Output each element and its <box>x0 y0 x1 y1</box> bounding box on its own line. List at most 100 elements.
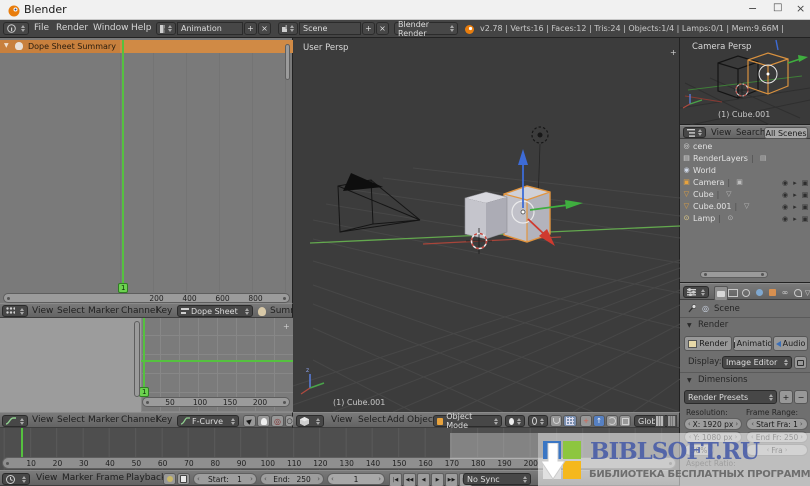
resolution-y-stepper[interactable]: ‹Y: 1080 px› <box>684 431 742 443</box>
renderability-toggle[interactable]: ▣ <box>800 179 810 187</box>
dope-mode-select[interactable]: Dope Sheet <box>177 305 253 317</box>
start-frame-field[interactable]: ‹ Start: 1 › <box>193 473 257 485</box>
display-select[interactable]: Image Editor <box>722 356 792 369</box>
outliner-item-lamp[interactable]: ⊙ Lamp | ⊙ ◉▸▣ <box>680 212 810 224</box>
visibility-toggle[interactable]: ◉ <box>780 179 790 187</box>
delete-layout-button[interactable]: × <box>258 22 271 35</box>
timeline-scrollbar[interactable]: 10 20 30 40 50 60 70 80 90 100 110 120 1… <box>2 457 676 469</box>
dope-menu-key[interactable]: Key <box>156 304 172 319</box>
properties-editor-type-button[interactable] <box>683 286 709 298</box>
graph-editor-type-button[interactable] <box>2 415 28 427</box>
translate-manipulator-button[interactable]: ↑ <box>593 415 605 427</box>
dope-menu-view[interactable]: View <box>32 304 53 319</box>
manipulator-toggle-button[interactable]: + <box>580 415 592 427</box>
outliner-scope-select[interactable]: All Scenes <box>764 127 808 139</box>
pin-icon[interactable] <box>687 304 696 314</box>
resolution-percentage-stepper[interactable]: 50% <box>684 444 714 456</box>
delete-scene-button[interactable]: × <box>376 22 389 35</box>
play-button[interactable]: ▶ <box>431 473 444 486</box>
keyingset-button[interactable] <box>177 473 190 485</box>
end-frame-field[interactable]: ‹ End: 250 › <box>260 473 324 485</box>
layers-widget[interactable] <box>655 415 677 425</box>
graph-menu-view[interactable]: View <box>32 413 53 428</box>
graph-mode-select[interactable]: F-Curve <box>177 415 239 427</box>
graph-menu-channel[interactable]: Channel <box>121 413 158 428</box>
timeline-editor-type-button[interactable] <box>2 473 30 485</box>
renderability-toggle[interactable]: ▣ <box>800 191 810 199</box>
graph-editor[interactable]: 1 50 100 150 200 + <box>0 318 293 412</box>
outliner-editor-type-button[interactable] <box>683 127 706 138</box>
viewport-menu-object[interactable]: Object <box>407 413 436 428</box>
dope-editor-type-button[interactable] <box>2 305 28 317</box>
outliner-item-scene[interactable]: ◎ cene <box>680 140 810 152</box>
start-frame-stepper[interactable]: ‹Start Fra: 1› <box>746 418 808 430</box>
render-presets-select[interactable]: Render Presets <box>684 390 777 404</box>
dimensions-section-title[interactable]: Dimensions <box>698 375 748 385</box>
graph-menu-key[interactable]: Key <box>156 413 172 428</box>
add-preset-button[interactable]: + <box>779 390 793 404</box>
layers-grid-2[interactable] <box>667 415 677 427</box>
graph-plus-icon[interactable]: + <box>283 322 290 331</box>
dope-menu-select[interactable]: Select <box>57 304 85 319</box>
visibility-toggle[interactable]: ◉ <box>780 203 790 211</box>
viewport-3d[interactable]: z User Persp (1) Cube.001 + <box>293 38 680 412</box>
dope-current-frame-line[interactable] <box>122 40 124 292</box>
menu-help[interactable]: Help <box>131 20 152 37</box>
viewport-menu-select[interactable]: Select <box>358 413 386 428</box>
expand-triangle-icon[interactable]: ▼ <box>4 42 9 49</box>
end-frame-stepper[interactable]: ‹End Fr: 250› <box>746 431 808 443</box>
prev-keyframe-button[interactable]: ◀◀ <box>403 473 416 486</box>
dope-vertical-scrollbar[interactable] <box>285 44 290 80</box>
ghost-curves-button[interactable] <box>257 415 270 427</box>
selectability-toggle[interactable]: ▸ <box>790 203 800 211</box>
viewport-plus-icon[interactable]: + <box>670 48 677 57</box>
maximize-button[interactable]: □ <box>773 2 782 13</box>
timeline-current-frame-line[interactable] <box>21 428 23 457</box>
tab-modifiers[interactable] <box>792 286 804 299</box>
tab-constraints[interactable]: ∞ <box>779 286 791 299</box>
section-collapse-icon[interactable]: ▼ <box>687 377 692 384</box>
frame-step-stepper[interactable]: ‹Fra› <box>746 444 808 456</box>
tab-render-layers[interactable] <box>727 286 739 299</box>
selectability-toggle[interactable]: ▸ <box>790 191 800 199</box>
viewport-editor-type-button[interactable] <box>296 415 324 427</box>
menu-render[interactable]: Render <box>56 20 88 37</box>
display-lock-button[interactable] <box>794 356 807 369</box>
tab-world[interactable] <box>753 286 765 299</box>
tab-render[interactable] <box>714 286 728 301</box>
outliner-item-camera[interactable]: ▣ Camera | ▣ ◉▸▣ <box>680 176 810 188</box>
section-collapse-icon[interactable]: ▼ <box>687 322 692 329</box>
menu-file[interactable]: File <box>34 20 49 37</box>
add-layout-button[interactable]: + <box>244 22 257 35</box>
screen-layout-icon-button[interactable] <box>156 22 176 35</box>
dope-menu-marker[interactable]: Marker <box>88 304 119 319</box>
viewport-menu-view[interactable]: View <box>331 413 352 428</box>
rotate-manipulator-button[interactable] <box>606 415 618 427</box>
viewport-menu-add[interactable]: Add <box>387 413 404 428</box>
info-editor-type-button[interactable] <box>3 22 29 35</box>
screen-layout-name-field[interactable]: Animation <box>177 22 243 35</box>
timeline-menu-playback[interactable]: Playback <box>126 471 166 486</box>
menu-window[interactable]: Window <box>93 20 129 37</box>
normalize-button[interactable]: ◎ <box>271 415 284 427</box>
timeline-menu-frame[interactable]: Frame <box>96 471 124 486</box>
zoom-tool-button[interactable]: ○ <box>285 415 293 427</box>
tab-scene[interactable] <box>740 286 752 299</box>
scene-name-field[interactable]: Scene <box>299 22 361 35</box>
viewport-shading-select[interactable] <box>505 415 525 427</box>
pivot-point-select[interactable] <box>528 415 548 427</box>
animation-button[interactable]: Animation <box>733 336 772 351</box>
scene-icon-button[interactable] <box>278 22 298 35</box>
dope-sheet-editor[interactable]: ▼ Dope Sheet Summary 1 200 400 600 800 <box>0 38 293 303</box>
cursor-tool-button[interactable]: ▶ <box>243 415 256 427</box>
timeline-menu-view[interactable]: View <box>36 471 57 486</box>
graph-current-frame-line[interactable] <box>143 318 145 396</box>
render-engine-select[interactable]: Blender Render <box>394 22 458 35</box>
audio-button[interactable]: Audio <box>773 336 808 351</box>
snap-toggle-button[interactable] <box>550 415 562 427</box>
graph-menu-select[interactable]: Select <box>57 413 85 428</box>
selectability-toggle[interactable]: ▸ <box>790 179 800 187</box>
tab-object[interactable] <box>766 286 778 299</box>
sync-mode-select[interactable]: No Sync <box>463 473 531 485</box>
current-frame-field[interactable]: ‹ 1 › <box>327 473 385 485</box>
